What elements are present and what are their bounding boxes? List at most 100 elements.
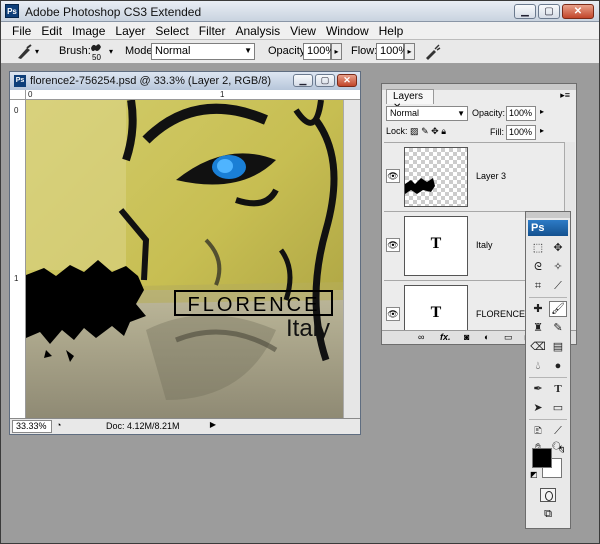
magic-wand-tool-icon[interactable]: ✧: [549, 259, 567, 275]
layer-style-icon[interactable]: fx.: [440, 332, 451, 342]
tools-panel[interactable]: Ps ⬚ ✥ ᘓ ✧ ⌗ ⟋ ✚ 🖌︎ ♜ ✎ ⌫ ▤ 💧︎ ● ✒︎ T ➤ …: [525, 211, 571, 529]
opacity-slider-toggle[interactable]: ▸: [331, 43, 342, 60]
opacity-slider-toggle[interactable]: ▸: [540, 107, 544, 116]
fill-slider-toggle[interactable]: ▸: [540, 126, 544, 135]
menu-edit[interactable]: Edit: [36, 22, 67, 38]
brush-tool-icon[interactable]: 🖌︎: [549, 301, 567, 317]
eyedropper-tool-icon[interactable]: ⟋: [549, 423, 567, 439]
link-layers-icon[interactable]: ∞: [418, 332, 424, 342]
florence-text: FLORENCE: [188, 294, 321, 316]
quick-mask-icon[interactable]: [540, 488, 556, 502]
menu-filter[interactable]: Filter: [194, 22, 231, 38]
menu-analysis[interactable]: Analysis: [230, 22, 285, 38]
horizontal-ruler[interactable]: 0 1: [26, 90, 360, 100]
airbrush-icon[interactable]: [423, 43, 441, 61]
brush-size: 50: [92, 53, 101, 62]
adjustment-layer-icon[interactable]: ◐: [484, 332, 489, 342]
eye-icon[interactable]: 👁︎: [386, 238, 400, 252]
document-size-info: Doc: 4.12M/8.21M: [106, 421, 180, 431]
gradient-tool-icon[interactable]: ▤: [549, 339, 567, 355]
layer-name: Italy: [476, 240, 493, 250]
tools-separator: [529, 297, 567, 298]
move-tool-icon[interactable]: ✥: [549, 240, 567, 256]
crop-tool-icon[interactable]: ⌗: [529, 278, 547, 294]
lock-transparency-icon[interactable]: ▨: [410, 126, 419, 136]
ps-logo[interactable]: Ps: [528, 220, 568, 236]
screen-mode-icon[interactable]: ⧉: [538, 508, 558, 522]
close-button[interactable]: ✕: [562, 4, 594, 19]
flow-slider-toggle[interactable]: ▸: [404, 43, 415, 60]
lasso-tool-icon[interactable]: ᘓ: [529, 259, 547, 275]
menu-file[interactable]: File: [7, 22, 36, 38]
type-layer-icon: T: [430, 235, 442, 252]
dodge-tool-icon[interactable]: ●: [549, 358, 567, 374]
tools-separator: [529, 419, 567, 420]
layer-row-layer-3[interactable]: 👁︎ Layer 3: [384, 142, 564, 210]
zoom-level-field[interactable]: 33.33%: [12, 420, 52, 433]
clone-stamp-tool-icon[interactable]: ♜: [529, 320, 547, 336]
lock-image-icon[interactable]: ✎: [421, 126, 429, 136]
chevron-down-icon: ▼: [457, 109, 465, 118]
status-menu-icon[interactable]: ◔: [56, 420, 61, 430]
rectangle-tool-icon[interactable]: ▭: [549, 400, 567, 416]
layer-opacity-input[interactable]: 100%: [506, 106, 536, 121]
menu-bar: File Edit Image Layer Select Filter Anal…: [1, 22, 599, 40]
doc-minimize-button[interactable]: ▁: [293, 74, 313, 87]
menu-layer[interactable]: Layer: [110, 22, 150, 38]
healing-brush-tool-icon[interactable]: ✚: [529, 301, 547, 317]
doc-close-button[interactable]: ✕: [337, 74, 357, 87]
brush-tool-icon[interactable]: [15, 44, 35, 60]
photoshop-app-icon: Ps: [5, 4, 19, 18]
ruler-h-tick: 0: [28, 90, 33, 99]
panel-menu-icon[interactable]: ▸≡: [560, 90, 570, 101]
layer-opacity-label: Opacity:: [472, 108, 506, 118]
opacity-input[interactable]: 100%: [303, 43, 335, 60]
lock-position-icon[interactable]: ✥: [431, 126, 439, 136]
maximize-button[interactable]: ▢: [538, 4, 560, 19]
layers-tab[interactable]: Layers ✕: [386, 89, 434, 113]
add-mask-icon[interactable]: ◙: [464, 332, 469, 342]
menu-help[interactable]: Help: [374, 22, 409, 38]
notes-tool-icon[interactable]: 🗈︎: [529, 423, 547, 439]
chevron-down-icon: ▼: [244, 46, 252, 55]
eraser-tool-icon[interactable]: ⌫: [529, 339, 547, 355]
flow-input[interactable]: 100%: [376, 43, 408, 60]
marquee-tool-icon[interactable]: ⬚: [529, 240, 547, 256]
eye-icon[interactable]: 👁︎: [386, 169, 400, 183]
type-tool-icon[interactable]: T: [549, 381, 567, 397]
brush-picker-dropdown[interactable]: ▾: [109, 47, 113, 56]
photoshop-window: Ps Adobe Photoshop CS3 Extended ▁ ▢ ✕ Fi…: [0, 0, 600, 544]
document-ps-icon: Ps: [14, 75, 26, 87]
document-title-bar[interactable]: Ps florence2-756254.psd @ 33.3% (Layer 2…: [10, 72, 360, 90]
document-vertical-scrollbar[interactable]: [343, 100, 360, 418]
document-window[interactable]: Ps florence2-756254.psd @ 33.3% (Layer 2…: [9, 71, 361, 435]
new-group-icon[interactable]: ▭: [504, 332, 513, 343]
foreground-color-swatch[interactable]: [532, 448, 552, 468]
eye-icon[interactable]: 👁︎: [386, 307, 400, 321]
tools-panel-header[interactable]: [526, 212, 570, 218]
mode-select[interactable]: Normal ▼: [151, 43, 255, 60]
path-selection-tool-icon[interactable]: ➤: [529, 400, 547, 416]
slice-tool-icon[interactable]: ⟋: [549, 278, 567, 294]
menu-select[interactable]: Select: [150, 22, 193, 38]
history-brush-tool-icon[interactable]: ✎: [549, 320, 567, 336]
ruler-corner[interactable]: [10, 90, 26, 100]
status-arrow-icon[interactable]: ▶: [208, 420, 218, 433]
layer-name: Layer 3: [476, 171, 507, 181]
fill-input[interactable]: 100%: [506, 125, 536, 140]
blur-tool-icon[interactable]: 💧︎: [529, 358, 547, 374]
default-colors-icon[interactable]: ◩: [530, 470, 538, 479]
lock-all-icon[interactable]: 🔒︎: [441, 126, 446, 136]
menu-view[interactable]: View: [285, 22, 321, 38]
tool-preset-dropdown[interactable]: ▾: [35, 47, 39, 56]
menu-window[interactable]: Window: [321, 22, 374, 38]
minimize-button[interactable]: ▁: [514, 4, 536, 19]
image-canvas[interactable]: FLORENCE Italy: [26, 100, 343, 418]
swap-colors-icon[interactable]: ↰: [558, 444, 566, 455]
doc-maximize-button[interactable]: ▢: [315, 74, 335, 87]
menu-image[interactable]: Image: [67, 22, 110, 38]
blend-mode-select[interactable]: Normal ▼: [386, 106, 468, 121]
pen-tool-icon[interactable]: ✒︎: [529, 381, 547, 397]
vertical-ruler[interactable]: 0 1: [10, 100, 26, 418]
type-layer-icon: T: [430, 304, 442, 321]
